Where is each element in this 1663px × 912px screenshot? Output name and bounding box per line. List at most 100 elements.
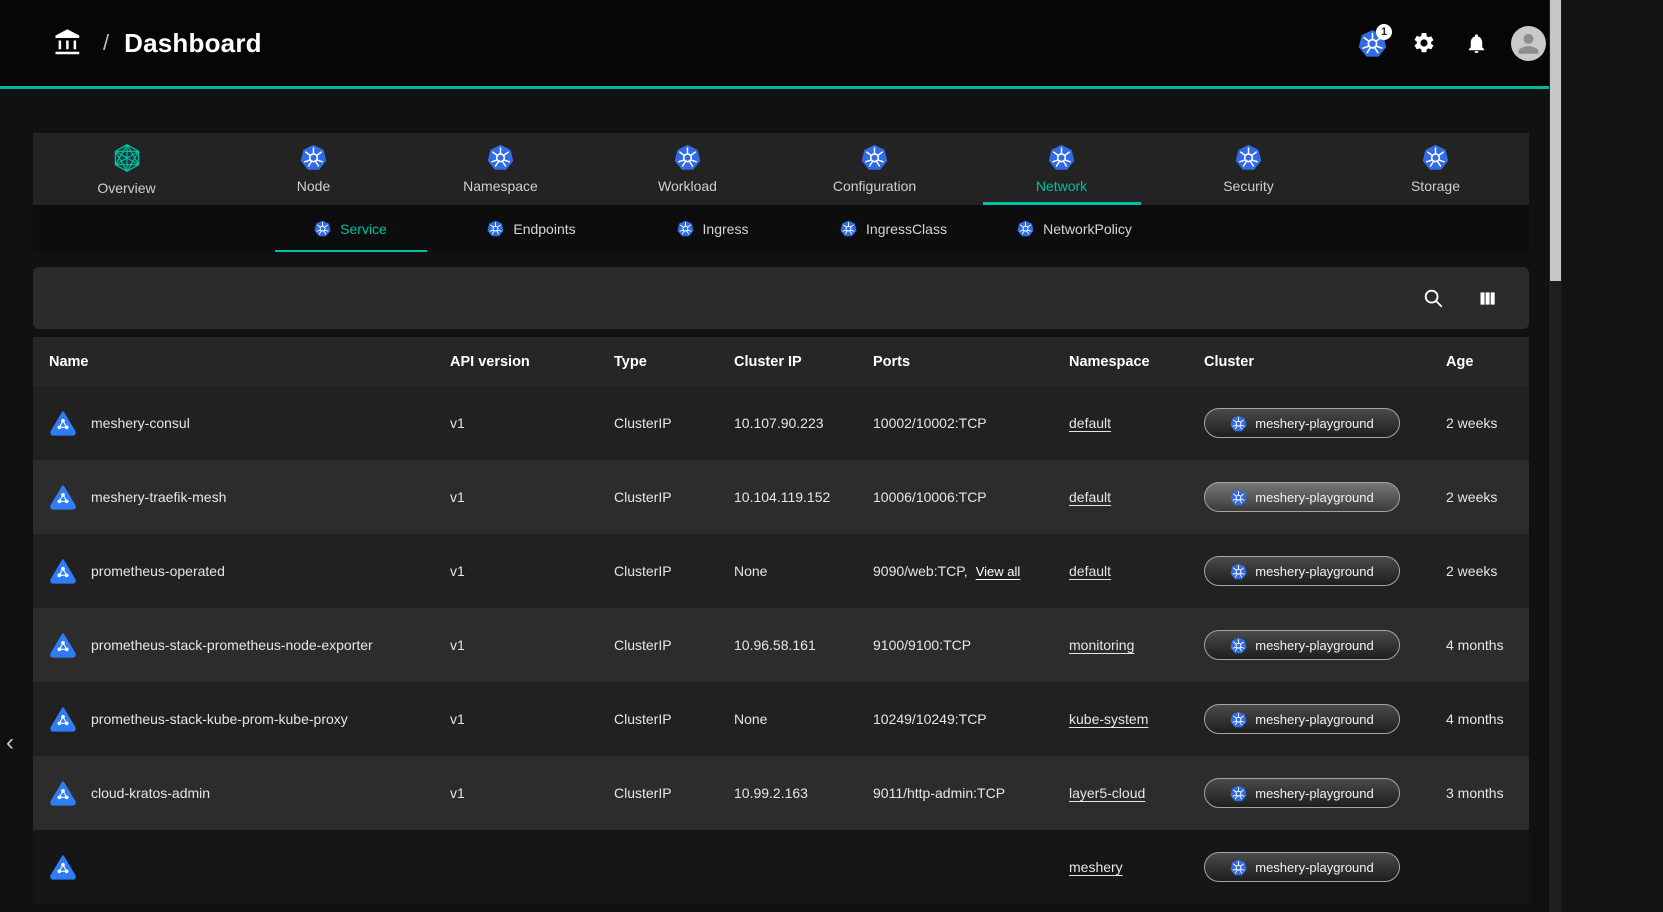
kubernetes-icon: [1230, 859, 1247, 876]
vertical-scrollbar[interactable]: [1549, 0, 1562, 912]
subtab-ingressclass[interactable]: IngressClass: [803, 205, 984, 252]
column-header-age[interactable]: Age: [1446, 354, 1529, 370]
view-columns-button[interactable]: [1473, 284, 1501, 312]
table-row[interactable]: prometheus-operated v1 ClusterIP None 90…: [33, 534, 1529, 608]
subtab-endpoints[interactable]: Endpoints: [441, 205, 622, 252]
ports-value: 10002/10002:TCP: [873, 415, 987, 431]
cluster-ip-cell: 10.99.2.163: [734, 785, 873, 801]
cluster-ip-cell: 10.96.58.161: [734, 637, 873, 653]
service-triangle-icon: [49, 484, 77, 510]
subtab-label: NetworkPolicy: [1043, 221, 1132, 237]
chevron-left-icon: ‹: [6, 729, 14, 756]
name-cell: cloud-kratos-admin: [33, 780, 450, 806]
tab-configuration[interactable]: Configuration: [781, 133, 968, 205]
namespace-link[interactable]: default: [1069, 415, 1111, 431]
age-cell: 4 months: [1446, 637, 1529, 653]
search-button[interactable]: [1419, 284, 1447, 312]
tab-label: Security: [1223, 178, 1274, 194]
age-cell: 2 weeks: [1446, 489, 1529, 505]
view-all-link[interactable]: View all: [976, 564, 1021, 579]
cluster-name: meshery-playground: [1255, 564, 1374, 579]
settings-button[interactable]: [1404, 23, 1444, 63]
service-name: meshery-consul: [91, 415, 190, 431]
cluster-name: meshery-playground: [1255, 712, 1374, 727]
scrollbar-thumb[interactable]: [1550, 0, 1561, 281]
table-row[interactable]: meshery meshery-playground: [33, 830, 1529, 904]
cluster-cell: meshery-playground: [1204, 556, 1446, 586]
drawer-collapse-button[interactable]: ‹: [0, 727, 20, 759]
cluster-chip[interactable]: meshery-playground: [1204, 556, 1400, 586]
main-content: Overview Node Namespace Workload Configu…: [33, 133, 1529, 904]
cluster-chip[interactable]: meshery-playground: [1204, 778, 1400, 808]
kubernetes-icon: [314, 220, 331, 237]
namespace-link[interactable]: monitoring: [1069, 637, 1134, 653]
column-header-namespace[interactable]: Namespace: [1069, 354, 1204, 370]
organization-button[interactable]: [48, 23, 88, 63]
subtab-networkpolicy[interactable]: NetworkPolicy: [984, 205, 1165, 252]
namespace-cell: kube-system: [1069, 711, 1204, 727]
cluster-chip[interactable]: meshery-playground: [1204, 852, 1400, 882]
ports-cell: 10002/10002:TCP: [873, 415, 1069, 431]
table-row[interactable]: meshery-traefik-mesh v1 ClusterIP 10.104…: [33, 460, 1529, 534]
column-header-type[interactable]: Type: [614, 354, 734, 370]
kubernetes-icon: [300, 144, 327, 171]
subtab-ingress[interactable]: Ingress: [622, 205, 803, 252]
ports-value: 9100/9100:TCP: [873, 637, 971, 653]
avatar-person-icon: [1511, 26, 1546, 61]
table-row[interactable]: prometheus-stack-kube-prom-kube-proxy v1…: [33, 682, 1529, 756]
namespace-link[interactable]: default: [1069, 489, 1111, 505]
breadcrumb: / Dashboard: [48, 23, 262, 63]
tab-overview[interactable]: Overview: [33, 133, 220, 205]
service-triangle-icon: [49, 854, 77, 880]
column-header-cluster[interactable]: Cluster: [1204, 354, 1446, 370]
table-row[interactable]: cloud-kratos-admin v1 ClusterIP 10.99.2.…: [33, 756, 1529, 830]
namespace-link[interactable]: meshery: [1069, 859, 1123, 875]
tab-namespace[interactable]: Namespace: [407, 133, 594, 205]
tab-security[interactable]: Security: [1155, 133, 1342, 205]
column-header-api-version[interactable]: API version: [450, 354, 614, 370]
kubernetes-icon: [1230, 785, 1247, 802]
cluster-ip-cell: None: [734, 711, 873, 727]
service-triangle-icon: [49, 558, 77, 584]
cluster-ip-cell: 10.104.119.152: [734, 489, 873, 505]
namespace-link[interactable]: kube-system: [1069, 711, 1148, 727]
view-columns-icon: [1477, 288, 1498, 309]
cluster-cell: meshery-playground: [1204, 852, 1446, 882]
cluster-chip[interactable]: meshery-playground: [1204, 408, 1400, 438]
notifications-button[interactable]: [1456, 23, 1496, 63]
kubernetes-icon: [1230, 489, 1247, 506]
ports-cell: 10006/10006:TCP: [873, 489, 1069, 505]
type-cell: ClusterIP: [614, 637, 734, 653]
app-header: / Dashboard 1: [0, 0, 1562, 86]
service-triangle-icon: [49, 706, 77, 732]
services-table: NameAPI versionTypeCluster IPPortsNamesp…: [33, 337, 1529, 904]
user-menu-button[interactable]: [1508, 23, 1548, 63]
namespace-link[interactable]: default: [1069, 563, 1111, 579]
context-switcher-button[interactable]: 1: [1352, 23, 1392, 63]
cluster-chip[interactable]: meshery-playground: [1204, 704, 1400, 734]
namespace-link[interactable]: layer5-cloud: [1069, 785, 1145, 801]
tab-storage[interactable]: Storage: [1342, 133, 1529, 205]
service-triangle-icon: [49, 410, 77, 436]
namespace-cell: default: [1069, 489, 1204, 505]
column-header-name[interactable]: Name: [33, 354, 450, 370]
subtab-label: Endpoints: [513, 221, 575, 237]
tab-node[interactable]: Node: [220, 133, 407, 205]
table-row[interactable]: meshery-consul v1 ClusterIP 10.107.90.22…: [33, 386, 1529, 460]
kubernetes-icon: [487, 220, 504, 237]
api-version-cell: v1: [450, 637, 614, 653]
tab-workload[interactable]: Workload: [594, 133, 781, 205]
column-header-cluster-ip[interactable]: Cluster IP: [734, 354, 873, 370]
column-header-ports[interactable]: Ports: [873, 354, 1069, 370]
age-cell: 4 months: [1446, 711, 1529, 727]
table-row[interactable]: prometheus-stack-prometheus-node-exporte…: [33, 608, 1529, 682]
tab-network[interactable]: Network: [968, 133, 1155, 205]
breadcrumb-separator: /: [103, 30, 109, 56]
cluster-chip[interactable]: meshery-playground: [1204, 630, 1400, 660]
service-name: meshery-traefik-mesh: [91, 489, 226, 505]
ports-cell: 9011/http-admin:TCP: [873, 785, 1069, 801]
subtab-service[interactable]: Service: [260, 205, 441, 252]
cluster-chip[interactable]: meshery-playground: [1204, 482, 1400, 512]
cluster-name: meshery-playground: [1255, 860, 1374, 875]
age-cell: 2 weeks: [1446, 415, 1529, 431]
